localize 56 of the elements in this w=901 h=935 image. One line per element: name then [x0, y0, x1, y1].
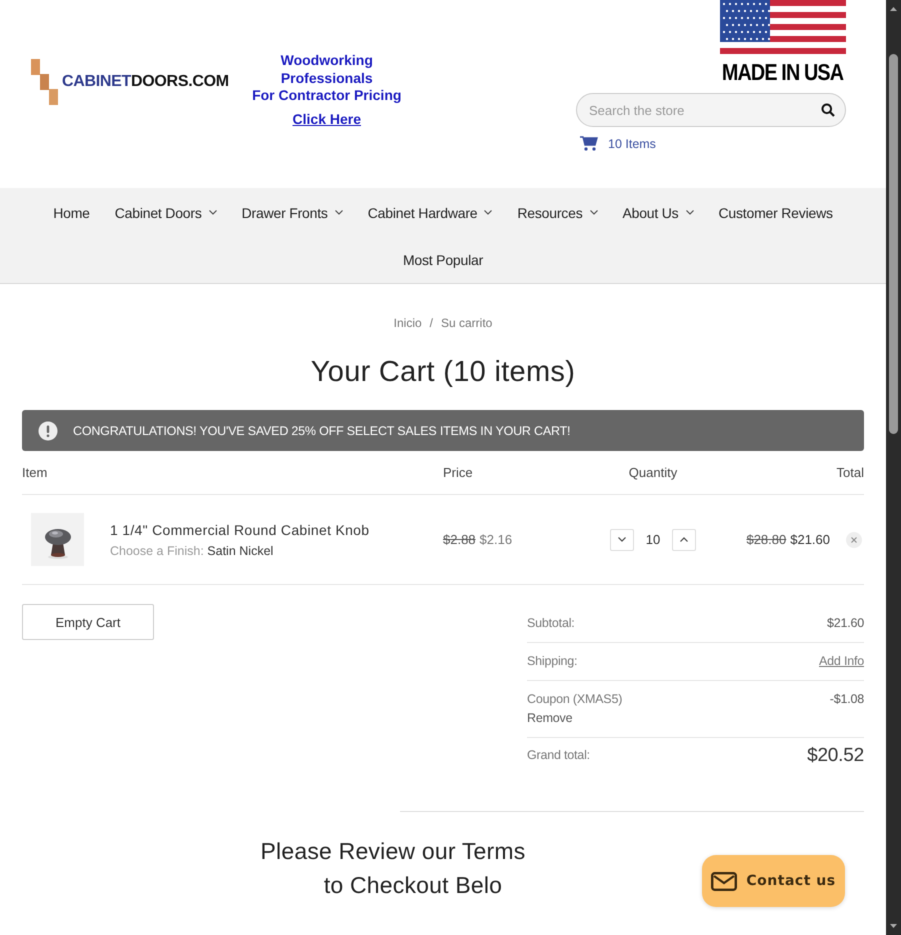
contractor-link[interactable]: Click Here — [292, 110, 361, 128]
old-price: $2.88 — [443, 532, 476, 547]
line-total: $21.60 — [790, 532, 830, 547]
alert-message: CONGRATULATIONS! YOU'VE SAVED 25% OFF SELECT SALES ITEMS IN YOUR CART! — [73, 424, 570, 438]
column-header: Quantity — [628, 465, 678, 480]
decrease-button[interactable] — [610, 528, 634, 550]
nav-item[interactable]: Most Popular — [402, 236, 484, 283]
nav-item[interactable]: About Us — [622, 189, 694, 236]
promo-line: Professionals — [280, 70, 373, 87]
site-logo[interactable]: CABINETDOORS.COM — [30, 58, 229, 106]
total-label: Shipping: — [527, 654, 578, 668]
breadcrumb-link[interactable]: Su carrito — [441, 316, 492, 330]
page-title: Your Cart (10 items) — [310, 355, 576, 390]
total-label: Subtotal: — [527, 616, 575, 630]
cart-link[interactable]: 10 Items — [608, 136, 656, 150]
total-label: Coupon (XMAS5) — [527, 692, 622, 706]
total-value: $21.60 — [826, 616, 864, 630]
grand-total-value: $20.52 — [807, 745, 864, 767]
promo-line: Woodworking — [280, 52, 373, 70]
sale-price: $2.16 — [480, 532, 512, 547]
column-header: Price — [443, 465, 473, 480]
nav-item[interactable]: Cabinet Hardware — [368, 189, 492, 236]
total-label: Grand total: — [527, 748, 590, 762]
option-value: Satin Nickel — [207, 544, 274, 558]
search-icon[interactable] — [821, 103, 835, 117]
promo-line: For Contractor Pricing — [252, 87, 402, 104]
add-info-link[interactable]: Add Info — [819, 654, 864, 668]
old-total: $28.80 — [746, 532, 786, 547]
discount-value: -$1.08 — [830, 692, 864, 708]
nav-item[interactable]: Drawer Fronts — [242, 189, 343, 236]
column-header: Total — [836, 465, 864, 480]
nav-item[interactable]: Home — [53, 189, 90, 236]
close-icon[interactable] — [851, 536, 857, 542]
increase-button[interactable] — [672, 528, 696, 550]
empty-cart-button[interactable]: Empty Cart — [22, 604, 154, 640]
nav-item[interactable]: Resources — [517, 189, 598, 236]
quantity-value: 10 — [646, 532, 660, 547]
remove-coupon-link[interactable]: Remove — [527, 711, 622, 725]
option-label: Choose a Finish: — [110, 544, 204, 558]
nav-item[interactable]: Customer Reviews — [718, 189, 833, 236]
breadcrumb-link[interactable]: Inicio — [394, 316, 422, 330]
breadcrumb-separator: / — [430, 316, 433, 330]
alert-icon — [38, 420, 58, 440]
remove-button[interactable] — [846, 532, 862, 548]
search-field[interactable]: Search the store — [576, 93, 846, 127]
terms-heading: to Checkout Belo — [324, 871, 502, 900]
made-in-usa-label: MADE IN USA — [722, 60, 844, 84]
mail-icon — [711, 872, 738, 890]
terms-heading: Please Review our Terms — [260, 837, 526, 866]
contact-button[interactable]: Contact us — [702, 855, 845, 907]
cart-icon[interactable] — [580, 136, 598, 151]
nav-item[interactable]: Cabinet Doors — [114, 189, 217, 236]
column-header: Item — [22, 465, 48, 480]
chevron-down-icon — [618, 537, 626, 542]
chevron-up-icon — [680, 537, 688, 542]
product-name[interactable]: 1 1/4" Commercial Round Cabinet Knob — [110, 522, 370, 538]
